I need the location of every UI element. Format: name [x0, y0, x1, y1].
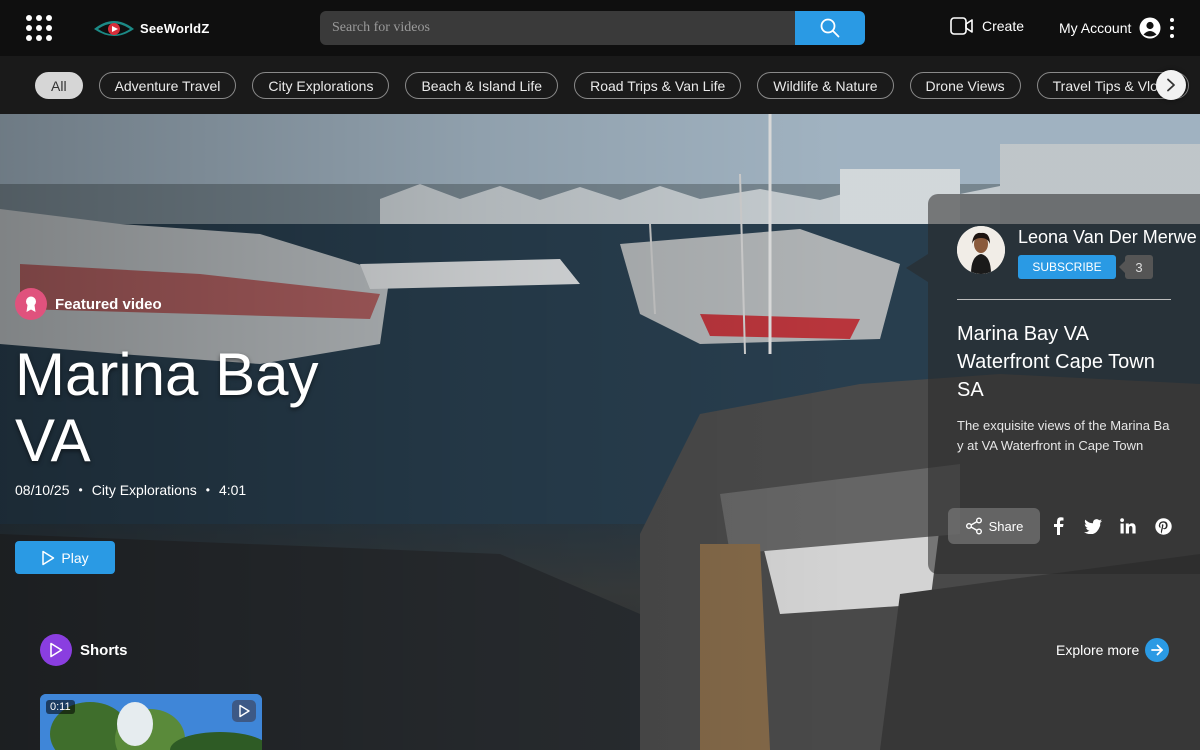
category-chip-city-explorations[interactable]: City Explorations — [252, 72, 390, 99]
hero-title: Marina Bay VA — [15, 341, 319, 474]
share-icon — [965, 517, 982, 535]
more-vertical-icon[interactable] — [1167, 18, 1177, 38]
category-chip-row: All Adventure Travel City Explorations B… — [35, 72, 1200, 99]
explore-more-link[interactable]: Explore more — [1056, 638, 1170, 662]
account-menu[interactable]: My Account — [1059, 14, 1177, 42]
twitter-icon[interactable] — [1083, 516, 1103, 536]
channel-name[interactable]: Leona Van Der Merwe — [1018, 227, 1197, 248]
chevron-right-icon[interactable] — [1156, 70, 1186, 100]
grid-dots-icon[interactable] — [26, 15, 52, 41]
featured-label: Featured video — [55, 295, 162, 313]
subscriber-count: 3 — [1119, 255, 1153, 279]
hero-date: 08/10/25 — [15, 482, 70, 498]
subscribe-button[interactable]: SUBSCRIBE — [1018, 255, 1116, 279]
short-duration: 0:11 — [46, 700, 75, 714]
category-chip-wildlife-nature[interactable]: Wildlife & Nature — [757, 72, 894, 99]
channel-avatar[interactable] — [957, 226, 1005, 274]
play-label: Play — [61, 549, 89, 566]
category-chip-road-trips-van-life[interactable]: Road Trips & Van Life — [574, 72, 742, 99]
logo-text: SeeWorldZ — [140, 20, 210, 36]
play-icon — [42, 550, 55, 565]
share-label: Share — [988, 518, 1024, 534]
explore-more-label: Explore more — [1056, 642, 1140, 658]
card-video-title: Marina Bay VA Waterfront Cape Town SA — [957, 323, 1155, 401]
search-button[interactable] — [795, 11, 865, 45]
hero-duration: 4:01 — [218, 482, 247, 498]
card-divider — [957, 299, 1171, 300]
search-icon — [820, 18, 840, 38]
shorts-section-header: Shorts — [40, 634, 128, 666]
hero-category[interactable]: City Explorations — [92, 482, 197, 498]
arrow-right-icon — [1145, 638, 1170, 662]
featured-label-group: Featured video — [15, 288, 162, 320]
pinterest-icon[interactable] — [1153, 516, 1173, 536]
shorts-badge-icon — [232, 700, 256, 722]
shorts-label: Shorts — [80, 641, 128, 659]
search-input[interactable] — [320, 11, 795, 45]
create-button[interactable]: Create — [950, 16, 1024, 36]
card-pointer — [906, 254, 928, 282]
site-logo[interactable]: SeeWorldZ — [92, 14, 209, 42]
category-chip-beach-island-life[interactable]: Beach & Island Life — [405, 72, 559, 99]
meta-separator: • — [78, 483, 83, 497]
featured-hero: Featured video Marina Bay VA 08/10/25 • … — [0, 114, 1200, 750]
meta-separator: • — [205, 483, 210, 497]
play-button[interactable]: Play — [15, 541, 115, 574]
linkedin-icon[interactable] — [1118, 516, 1138, 536]
facebook-icon[interactable] — [1048, 516, 1068, 536]
user-circle-icon — [1139, 17, 1161, 39]
search-bar — [320, 11, 865, 45]
hero-meta: 08/10/25 • City Explorations • 4:01 — [15, 482, 246, 498]
card-video-description: The exquisite views of the Marina Bay at… — [957, 418, 1170, 453]
create-label: Create — [982, 18, 1025, 34]
category-chip-drone-views[interactable]: Drone Views — [909, 72, 1021, 99]
category-chip-adventure-travel[interactable]: Adventure Travel — [98, 72, 237, 99]
account-label: My Account — [1059, 20, 1132, 36]
video-info-card: Leona Van Der Merwe SUBSCRIBE 3 Marina B… — [928, 194, 1200, 574]
category-filter-bar: All Adventure Travel City Explorations B… — [0, 56, 1200, 114]
award-ribbon-icon — [15, 288, 47, 320]
share-button[interactable]: Share — [948, 508, 1040, 544]
logo-eye-icon — [94, 21, 134, 36]
shorts-play-icon — [40, 634, 72, 666]
category-chip-all[interactable]: All — [35, 72, 83, 99]
short-video-card[interactable]: 0:11 — [40, 694, 262, 750]
video-camera-icon — [950, 17, 973, 35]
top-navigation-bar: SeeWorldZ Create My Account — [0, 0, 1200, 56]
